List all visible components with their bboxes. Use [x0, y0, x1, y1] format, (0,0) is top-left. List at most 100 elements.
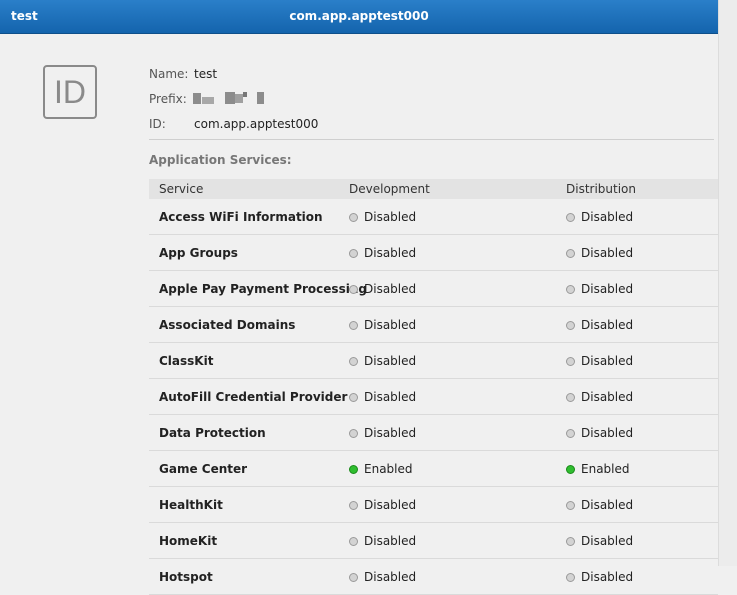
- status-label: Disabled: [364, 390, 417, 404]
- table-row: Hotspot Disabled Disabled: [149, 559, 718, 595]
- status-label: Disabled: [581, 354, 634, 368]
- table-row: Data Protection Disabled Disabled: [149, 415, 718, 451]
- distribution-status: Disabled: [566, 354, 633, 368]
- column-distribution: Distribution: [566, 182, 637, 196]
- id-value: com.app.apptest000: [194, 117, 319, 131]
- development-status: Disabled: [349, 354, 416, 368]
- development-status: Disabled: [349, 282, 416, 296]
- status-label: Disabled: [364, 246, 417, 260]
- status-disabled-icon: [349, 429, 358, 438]
- development-status: Disabled: [349, 426, 416, 440]
- status-label: Enabled: [581, 462, 630, 476]
- table-row: AutoFill Credential Provider Disabled Disa…: [149, 379, 718, 415]
- distribution-status: Disabled: [566, 570, 633, 584]
- table-row: HomeKit Disabled Disabled: [149, 523, 718, 559]
- scrollbar[interactable]: [718, 0, 737, 566]
- status-label: Disabled: [581, 210, 634, 224]
- service-name: Hotspot: [159, 570, 213, 584]
- table-row: App Groups Disabled Disabled: [149, 235, 718, 271]
- status-disabled-icon: [566, 213, 575, 222]
- status-label: Disabled: [364, 534, 417, 548]
- table-row: Apple Pay Payment Processing Disabled Disa…: [149, 271, 718, 307]
- development-status: Disabled: [349, 534, 416, 548]
- prefix-row: Prefix:: [149, 92, 264, 106]
- distribution-status: Disabled: [566, 534, 633, 548]
- status-disabled-icon: [566, 573, 575, 582]
- status-label: Disabled: [581, 246, 634, 260]
- development-status: Disabled: [349, 498, 416, 512]
- status-disabled-icon: [566, 357, 575, 366]
- status-label: Disabled: [364, 354, 417, 368]
- status-label: Disabled: [581, 390, 634, 404]
- status-disabled-icon: [349, 213, 358, 222]
- table-row: HealthKit Disabled Disabled: [149, 487, 718, 523]
- status-disabled-icon: [566, 393, 575, 402]
- status-disabled-icon: [349, 501, 358, 510]
- table-header: Service Development Distribution: [149, 179, 718, 199]
- status-label: Disabled: [581, 282, 634, 296]
- distribution-status: Disabled: [566, 498, 633, 512]
- status-disabled-icon: [349, 537, 358, 546]
- status-label: Disabled: [581, 498, 634, 512]
- service-name: Associated Domains: [159, 318, 296, 332]
- service-name: ClassKit: [159, 354, 214, 368]
- development-status: Disabled: [349, 210, 416, 224]
- column-development: Development: [349, 182, 430, 196]
- status-label: Disabled: [364, 210, 417, 224]
- app-id-icon: ID: [43, 65, 97, 119]
- prefix-label: Prefix:: [149, 92, 187, 106]
- services-title: Application Services:: [149, 153, 292, 167]
- status-disabled-icon: [349, 573, 358, 582]
- distribution-status: Disabled: [566, 390, 633, 404]
- distribution-status: Disabled: [566, 282, 633, 296]
- app-id-title: com.app.apptest000: [289, 9, 429, 23]
- status-disabled-icon: [349, 249, 358, 258]
- development-status: Disabled: [349, 390, 416, 404]
- service-name: HealthKit: [159, 498, 223, 512]
- services-table: Service Development Distribution Access …: [149, 179, 718, 595]
- id-row: ID: com.app.apptest000: [149, 117, 318, 131]
- name-value: test: [194, 67, 218, 81]
- status-disabled-icon: [566, 249, 575, 258]
- table-body: Access WiFi Information Disabled Disabled A…: [149, 199, 718, 595]
- status-label: Disabled: [581, 426, 634, 440]
- status-label: Disabled: [581, 534, 634, 548]
- status-disabled-icon: [566, 501, 575, 510]
- distribution-status: Disabled: [566, 318, 633, 332]
- status-enabled-icon: [349, 465, 358, 474]
- status-disabled-icon: [566, 321, 575, 330]
- name-label: Name:: [149, 67, 189, 81]
- prefix-redacted: [193, 92, 265, 105]
- development-status: Disabled: [349, 318, 416, 332]
- development-status: Disabled: [349, 246, 416, 260]
- name-row: Name: test: [149, 67, 217, 81]
- distribution-status: Disabled: [566, 426, 633, 440]
- status-enabled-icon: [566, 465, 575, 474]
- status-label: Enabled: [364, 462, 413, 476]
- status-disabled-icon: [349, 357, 358, 366]
- status-disabled-icon: [349, 393, 358, 402]
- status-label: Disabled: [364, 318, 417, 332]
- column-service: Service: [159, 182, 204, 196]
- status-label: Disabled: [364, 282, 417, 296]
- divider: [149, 139, 714, 140]
- service-name: HomeKit: [159, 534, 218, 548]
- distribution-status: Enabled: [566, 462, 630, 476]
- status-label: Disabled: [581, 318, 634, 332]
- table-row: Access WiFi Information Disabled Disabled: [149, 199, 718, 235]
- service-name: App Groups: [159, 246, 238, 260]
- title-bar: test com.app.apptest000: [0, 0, 718, 34]
- development-status: Enabled: [349, 462, 413, 476]
- status-disabled-icon: [349, 285, 358, 294]
- service-name: Data Protection: [159, 426, 266, 440]
- table-row: ClassKit Disabled Disabled: [149, 343, 718, 379]
- distribution-status: Disabled: [566, 210, 633, 224]
- status-label: Disabled: [364, 426, 417, 440]
- status-label: Disabled: [364, 498, 417, 512]
- service-name: Game Center: [159, 462, 248, 476]
- status-disabled-icon: [349, 321, 358, 330]
- status-disabled-icon: [566, 285, 575, 294]
- status-disabled-icon: [566, 537, 575, 546]
- development-status: Disabled: [349, 570, 416, 584]
- status-disabled-icon: [566, 429, 575, 438]
